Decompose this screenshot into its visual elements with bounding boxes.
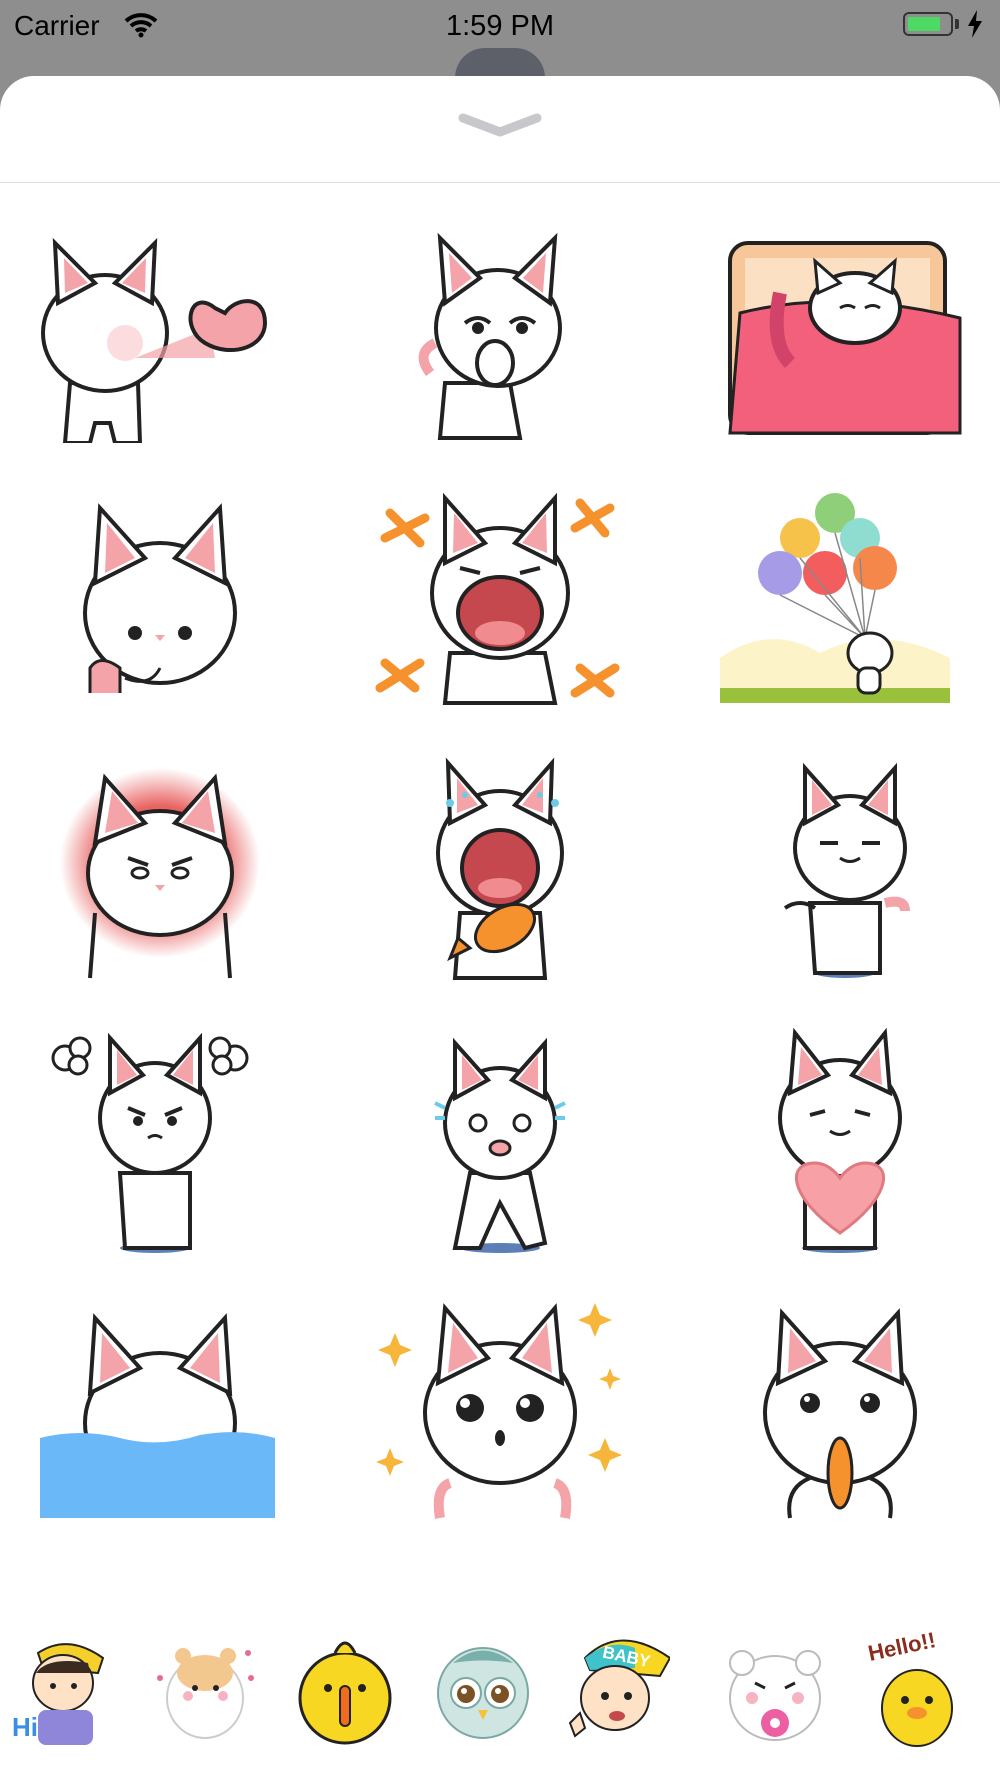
sticker-cat-blowing-heart[interactable] (10, 193, 310, 443)
battery-icon (903, 12, 953, 36)
sticker-cat-sleeping-in-bed[interactable] (690, 193, 990, 443)
tray-owl-pack[interactable] (428, 1628, 538, 1748)
tray-hello-text: Hello!! (866, 1628, 938, 1666)
sticker-cat-in-water[interactable] (10, 1273, 310, 1523)
sticker-cat-yawning[interactable] (350, 193, 650, 443)
charging-bolt-icon (966, 10, 984, 45)
tray-baby-pack[interactable]: BABY (560, 1628, 670, 1748)
tray-bear-donut-pack[interactable] (720, 1628, 830, 1748)
sticker-pack-tray: Hi BABY Hello!! (0, 1620, 1000, 1778)
battery-tip (955, 19, 959, 29)
sticker-cat-crying-with-fish[interactable] (350, 733, 650, 983)
sticker-cat-content-eyes-closed[interactable] (690, 733, 990, 983)
sticker-cat-angry-red[interactable] (10, 733, 310, 983)
tray-duck-hello-pack[interactable]: Hello!! (862, 1628, 972, 1748)
sticker-cat-crying-loud[interactable] (350, 463, 650, 713)
clock: 1:59 PM (446, 10, 554, 42)
sticker-cat-eating-fish[interactable] (690, 1273, 990, 1523)
sticker-cat-running-scared[interactable] (350, 1003, 650, 1253)
sticker-cat-floating-balloons[interactable] (690, 463, 990, 713)
tray-boy-hi-pack[interactable]: Hi (8, 1628, 118, 1748)
status-bar: Carrier 1:59 PM (0, 0, 1000, 50)
chevron-down-icon[interactable] (455, 106, 545, 146)
sticker-cat-holding-heart[interactable] (690, 1003, 990, 1253)
sticker-grid (0, 183, 1000, 1623)
sticker-cat-peeking[interactable] (10, 463, 310, 713)
tray-yellow-chick-pack[interactable] (290, 1628, 400, 1748)
sticker-cat-fuming[interactable] (10, 1003, 310, 1253)
sticker-sheet: Hi BABY Hello!! (0, 76, 1000, 1778)
sticker-cat-amazed-sparkles[interactable] (350, 1273, 650, 1523)
sheet-header (0, 76, 1000, 183)
tray-hamster-pack[interactable] (148, 1628, 258, 1748)
tray-hi-text: Hi (12, 1712, 38, 1742)
